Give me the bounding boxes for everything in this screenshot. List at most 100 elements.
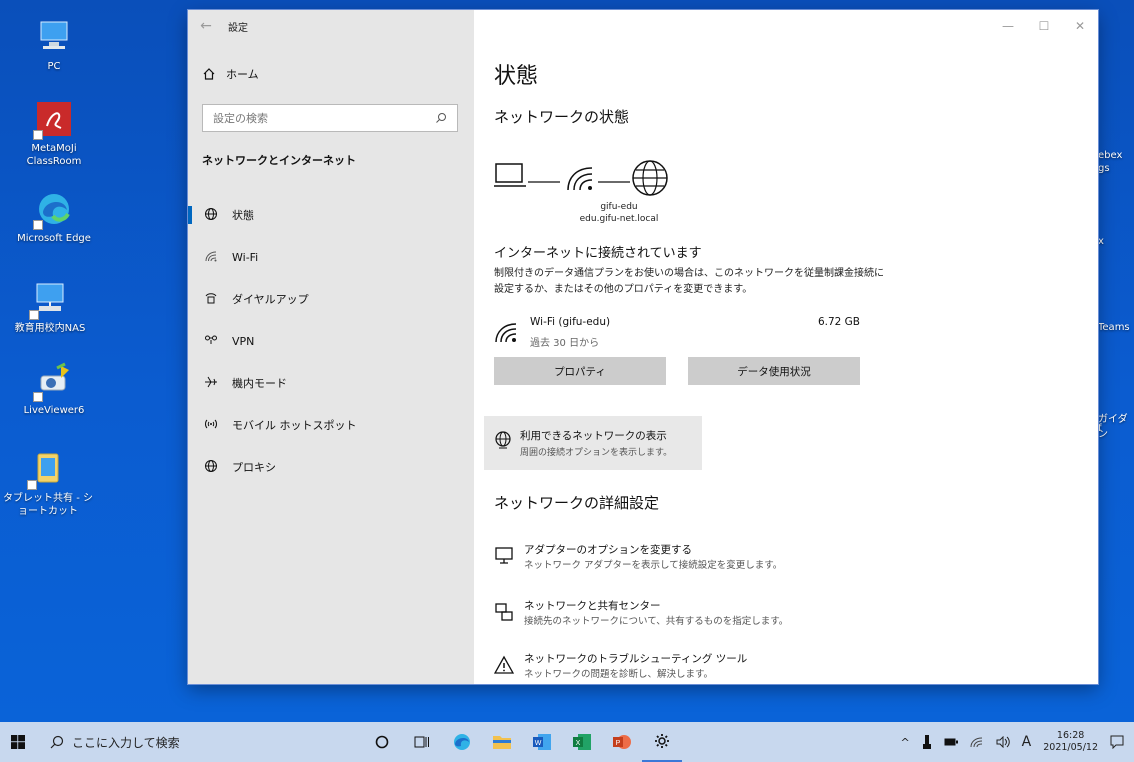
volume-icon[interactable] — [996, 736, 1010, 748]
settings-search-input[interactable]: 設定の検索 — [202, 104, 458, 132]
taskbar-word[interactable]: W — [522, 722, 562, 762]
desktop-label-fragment: gs — [1098, 163, 1110, 174]
vpn-icon — [202, 333, 220, 350]
network-sharing-center[interactable]: ネットワークと共有センター 接続先のネットワークについて、共有するものを指定しま… — [494, 598, 894, 638]
title-bar: ← 設定 — [188, 10, 474, 42]
svg-text:P: P — [616, 740, 621, 747]
usage-network-name: Wi-Fi (gifu-edu) — [530, 316, 611, 328]
usage-period: 過去 30 日から — [530, 338, 600, 349]
wifi-icon — [495, 323, 517, 343]
show-available-networks[interactable]: 利用できるネットワークの表示 周囲の接続オプションを表示します。 — [484, 416, 702, 470]
available-networks-title: 利用できるネットワークの表示 — [520, 430, 667, 442]
settings-main: — ☐ ✕ 状態 ネットワークの状態 gifu-edu edu.gifu-net… — [474, 10, 1098, 684]
cortana-button[interactable] — [362, 722, 402, 762]
nav-item-dialup[interactable]: ダイヤルアップ — [188, 278, 474, 320]
search-icon — [436, 113, 446, 123]
nav-item-vpn[interactable]: VPN — [188, 320, 474, 362]
wifi-icon[interactable] — [970, 736, 984, 748]
clock[interactable]: 16:28 2021/05/12 — [1043, 730, 1098, 754]
nav-item-wifi[interactable]: Wi-Fi — [188, 236, 474, 278]
settings-sidebar: ← 設定 ホーム 設定の検索 ネットワークとインターネット 状態 Wi-Fi ダ… — [188, 10, 474, 684]
network-diagram — [494, 160, 668, 196]
properties-button[interactable]: プロパティ — [494, 357, 666, 385]
taskbar: ここに入力して検索 W X P ^ A 16:28 2021/05/12 — [0, 722, 1134, 762]
network-troubleshooter[interactable]: ネットワークのトラブルシューティング ツール ネットワークの問題を診断し、解決し… — [494, 651, 894, 684]
desktop-icon-label: MetaMoJi ClassRoom — [26, 143, 82, 167]
hotspot-icon — [202, 417, 220, 434]
data-usage-row: Wi-Fi (gifu-edu) 過去 30 日から 6.72 GB — [494, 314, 860, 358]
monitor-icon — [495, 547, 513, 564]
tablet-share-icon — [27, 450, 67, 490]
gear-icon — [655, 734, 669, 748]
search-placeholder: 設定の検索 — [213, 112, 268, 125]
taskbar-apps: W X P — [362, 722, 682, 762]
back-arrow-icon[interactable]: ← — [188, 18, 224, 34]
desktop-icon-liveviewer[interactable]: LiveViewer6 — [6, 362, 102, 417]
word-icon: W — [533, 734, 551, 750]
desktop-icon-nas[interactable]: 教育用校内NAS — [2, 280, 98, 335]
desktop-icon-tablet-share[interactable]: タブレット共有 - ショートカット — [0, 450, 96, 518]
search-icon — [50, 735, 64, 749]
system-tray: ^ A 16:28 2021/05/12 — [900, 722, 1134, 762]
nav-item-label: 状態 — [232, 209, 254, 222]
battery-icon[interactable] — [944, 737, 958, 747]
taskbar-powerpoint[interactable]: P — [602, 722, 642, 762]
change-adapter-options[interactable]: アダプターのオプションを変更する ネットワーク アダプターを表示して接続設定を変… — [494, 542, 894, 582]
taskbar-edge[interactable] — [442, 722, 482, 762]
clock-time: 16:28 — [1056, 730, 1085, 741]
laptop-icon — [494, 163, 526, 187]
desktop-icon-label: LiveViewer6 — [23, 405, 85, 416]
warning-icon — [494, 655, 514, 674]
notification-icon[interactable] — [1110, 735, 1124, 749]
nav-item-label: プロキシ — [232, 461, 276, 474]
settings-nav: 状態 Wi-Fi ダイヤルアップ VPN 機内モード モバイル ホットスポット … — [188, 194, 474, 488]
nav-item-airplane[interactable]: 機内モード — [188, 362, 474, 404]
task-view-button[interactable] — [402, 722, 442, 762]
connection-status-description: 制限付きのデータ通信プランをお使いの場合は、このネットワークを従量制課金接続に設… — [494, 268, 884, 295]
taskbar-search[interactable]: ここに入力して検索 — [36, 722, 362, 762]
nav-item-label: 機内モード — [232, 377, 287, 390]
desktop-icon-label: Microsoft Edge — [17, 233, 91, 244]
network-drive-icon — [29, 280, 69, 320]
powerpoint-icon: P — [613, 735, 631, 749]
ime-indicator[interactable]: A — [1022, 734, 1032, 750]
link-sub: 接続先のネットワークについて、共有するものを指定します。 — [524, 616, 789, 627]
window-controls: — ☐ ✕ — [990, 10, 1098, 42]
desktop-label-fragment: f — [1098, 423, 1102, 434]
nav-item-status[interactable]: 状態 — [188, 194, 474, 236]
data-usage-button[interactable]: データ使用状況 — [688, 357, 860, 385]
minimize-icon[interactable]: — — [990, 10, 1026, 42]
wifi-icon — [202, 249, 220, 266]
nav-item-proxy[interactable]: プロキシ — [188, 446, 474, 488]
taskbar-excel[interactable]: X — [562, 722, 602, 762]
dialup-icon — [202, 291, 220, 308]
desktop-label-fragment: ガイダン — [1098, 414, 1128, 440]
airplane-icon — [202, 375, 220, 392]
window-title: 設定 — [228, 22, 248, 34]
desktop-icon-label: PC — [47, 61, 61, 72]
taskbar-file-explorer[interactable] — [482, 722, 522, 762]
desktop-icon-pc[interactable]: PC — [6, 18, 102, 73]
link-sub: ネットワーク アダプターを表示して接続設定を変更します。 — [524, 560, 783, 571]
close-icon[interactable]: ✕ — [1062, 10, 1098, 42]
taskbar-search-placeholder: ここに入力して検索 — [72, 735, 180, 750]
cortana-icon — [375, 735, 389, 749]
desktop-icon-metamoji[interactable]: MetaMoJi ClassRoom — [6, 100, 102, 168]
desktop-icon-edge[interactable]: Microsoft Edge — [6, 190, 102, 245]
clock-date: 2021/05/12 — [1043, 742, 1098, 753]
desktop-label-fragment: x — [1098, 236, 1104, 247]
edge-icon — [33, 190, 73, 230]
network-status-heading: ネットワークの状態 — [494, 108, 630, 126]
taskbar-settings[interactable] — [642, 722, 682, 762]
sharing-center-icon — [495, 603, 513, 621]
usb-icon[interactable] — [922, 734, 932, 750]
globe-icon — [202, 207, 220, 224]
home-link[interactable]: ホーム — [202, 66, 259, 82]
page-title: 状態 — [494, 64, 539, 89]
chevron-up-icon[interactable]: ^ — [900, 736, 909, 749]
maximize-icon[interactable]: ☐ — [1026, 10, 1062, 42]
start-button[interactable] — [0, 722, 36, 762]
excel-icon: X — [573, 734, 591, 750]
link-title: アダプターのオプションを変更する — [524, 544, 692, 556]
nav-item-hotspot[interactable]: モバイル ホットスポット — [188, 404, 474, 446]
